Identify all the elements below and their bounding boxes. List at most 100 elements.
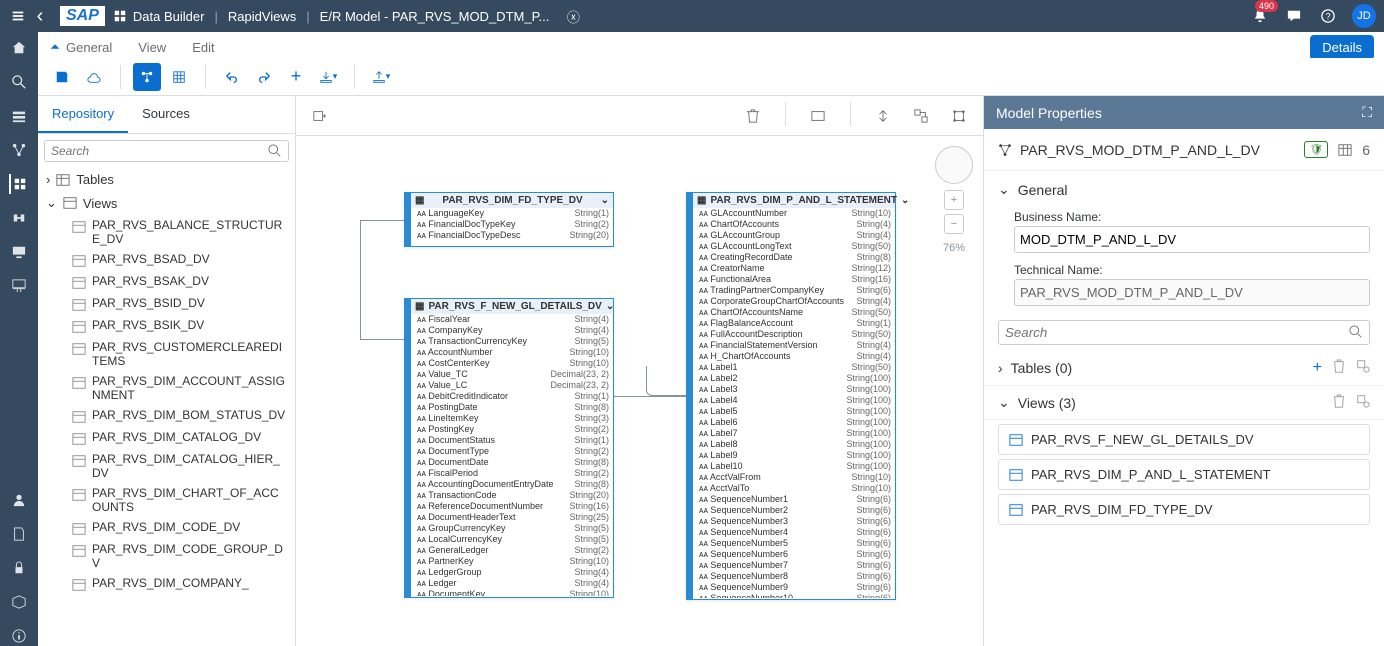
redo-button[interactable] (250, 63, 278, 91)
tree-item[interactable]: PAR_RVS_BSAK_DV (38, 271, 295, 293)
tree-tables-header[interactable]: › Tables (38, 168, 295, 191)
section-general: General (66, 40, 112, 55)
add-entity-button[interactable] (306, 102, 334, 130)
entity-e2[interactable]: ▦PAR_RVS_F_NEW_GL_DETAILS_DV⌄ᴀᴀ FiscalYe… (404, 298, 614, 598)
tab-repository[interactable]: Repository (38, 96, 128, 133)
nav-users[interactable] (9, 490, 29, 510)
view-item[interactable]: PAR_RVS_DIM_FD_TYPE_DV (998, 494, 1370, 525)
chevron-up-icon[interactable] (48, 40, 62, 54)
add-table-button[interactable]: + (1313, 359, 1322, 377)
find-table-button[interactable] (1356, 359, 1370, 377)
business-name-input[interactable] (1014, 226, 1370, 253)
tree-item[interactable]: PAR_RVS_DIM_CODE_DV (38, 517, 295, 539)
impact-button[interactable] (869, 102, 897, 130)
notification-icon[interactable]: 490 (1250, 6, 1270, 26)
prop-search-input[interactable] (1005, 325, 1349, 340)
add-button[interactable]: + (282, 63, 310, 91)
preview-button[interactable] (804, 102, 832, 130)
sap-logo: SAP (60, 6, 105, 26)
er-canvas[interactable]: + − 76% ▦PAR_RVS_DIM_FD_TYPE_DV⌄ᴀᴀ Langu… (296, 136, 983, 646)
zoom-in-button[interactable]: + (944, 190, 964, 210)
nav-search[interactable] (9, 72, 29, 92)
grid-view-button[interactable] (165, 63, 193, 91)
tree-item[interactable]: PAR_RVS_CUSTOMERCLEAREDITEMS (38, 337, 295, 371)
entity-e1[interactable]: ▦PAR_RVS_DIM_FD_TYPE_DV⌄ᴀᴀ LanguageKeySt… (404, 192, 614, 247)
tree-item[interactable]: PAR_RVS_DIM_CODE_GROUP_DV (38, 539, 295, 573)
export-button[interactable]: ▾ (367, 63, 395, 91)
nav-docs[interactable] (9, 524, 29, 544)
deploy-button[interactable] (80, 63, 108, 91)
help-icon[interactable]: ? (1318, 6, 1338, 26)
delete-view-button[interactable] (1332, 394, 1346, 411)
project-name[interactable]: RapidViews (228, 9, 296, 24)
close-tab-icon[interactable]: ⓧ (563, 6, 583, 26)
nav-network[interactable] (9, 276, 29, 296)
chevron-down-icon[interactable]: ⌄ (998, 394, 1010, 411)
back-button[interactable]: ‹ (28, 6, 52, 26)
repo-search-input[interactable] (51, 144, 268, 158)
document-name[interactable]: E/R Model - PAR_RVS_MOD_DTM_P... (320, 9, 550, 24)
tree-item[interactable]: PAR_RVS_DIM_COMPANY_ (38, 573, 295, 595)
tree-item[interactable]: PAR_RVS_BSID_DV (38, 293, 295, 315)
nav-home[interactable] (9, 38, 29, 58)
zoom-label: 76% (943, 242, 965, 254)
breadcrumb: Data Builder | RapidViews | E/R Model - … (113, 6, 584, 26)
delete-table-button[interactable] (1332, 359, 1346, 377)
app-name[interactable]: Data Builder (133, 9, 205, 24)
tree-item[interactable]: PAR_RVS_DIM_BOM_STATUS_DV (38, 405, 295, 427)
chevron-down-icon: ⌄ (46, 195, 57, 211)
save-button[interactable] (48, 63, 76, 91)
svg-text:?: ? (1326, 12, 1331, 22)
tree-item[interactable]: PAR_RVS_BSIK_DV (38, 315, 295, 337)
nav-info[interactable] (9, 626, 29, 646)
view-icon (63, 196, 77, 210)
tree-item[interactable]: PAR_RVS_DIM_ACCOUNT_ASSIGNMENT (38, 371, 295, 405)
details-button[interactable]: Details (1310, 35, 1374, 60)
autolayout-button[interactable] (945, 102, 973, 130)
tree-views-header[interactable]: ⌄ Views (38, 191, 295, 215)
prop-search[interactable] (998, 320, 1370, 345)
er-view-button[interactable] (133, 63, 161, 91)
top-bar: ‹ SAP Data Builder | RapidViews | E/R Mo… (0, 0, 1384, 32)
tree-item[interactable]: PAR_RVS_DIM_CATALOG_HIER_DV (38, 449, 295, 483)
nav-monitor[interactable] (9, 242, 29, 262)
expand-icon[interactable]: ⛶ (1362, 104, 1372, 121)
avatar[interactable]: JD (1352, 4, 1376, 28)
entity-e3[interactable]: ▦PAR_RVS_DIM_P_AND_L_STATEMENT⌄ᴀᴀ GLAcco… (686, 192, 896, 600)
feedback-icon[interactable] (1284, 6, 1304, 26)
table-icon (56, 173, 70, 187)
find-view-button[interactable] (1356, 394, 1370, 411)
nav-packages[interactable] (9, 592, 29, 612)
tree-item[interactable]: PAR_RVS_BSAD_DV (38, 249, 295, 271)
tree-item[interactable]: PAR_RVS_DIM_CATALOG_DV (38, 427, 295, 449)
undo-button[interactable] (218, 63, 246, 91)
grid-icon (1338, 143, 1352, 157)
tree-item[interactable]: PAR_RVS_DIM_CHART_OF_ACCOUNTS (38, 483, 295, 517)
delete-button[interactable] (739, 102, 767, 130)
technical-name-input (1014, 279, 1370, 306)
import-button[interactable]: ▾ (314, 63, 342, 91)
repo-search[interactable] (44, 140, 289, 162)
chevron-down-icon[interactable]: ⌄ (998, 181, 1010, 198)
nav-integration[interactable] (9, 208, 29, 228)
nav-catalog[interactable] (9, 106, 29, 126)
menu-icon[interactable] (8, 6, 28, 26)
chevron-right-icon[interactable]: › (998, 360, 1003, 376)
business-name-label: Business Name: (1014, 210, 1370, 224)
shield-icon: 🛡 (1304, 141, 1328, 158)
technical-name-label: Technical Name: (1014, 263, 1370, 277)
nav-data-builder[interactable] (9, 174, 29, 194)
view-item[interactable]: PAR_RVS_DIM_P_AND_L_STATEMENT (998, 459, 1370, 490)
canvas-area: + − 76% ▦PAR_RVS_DIM_FD_TYPE_DV⌄ᴀᴀ Langu… (296, 96, 984, 646)
nav-security[interactable] (9, 558, 29, 578)
tab-sources[interactable]: Sources (128, 96, 204, 133)
pan-wheel[interactable] (935, 146, 973, 184)
panel-title: Model Properties (996, 105, 1102, 121)
view-item[interactable]: PAR_RVS_F_NEW_GL_DETAILS_DV (998, 424, 1370, 455)
notif-badge: 490 (1255, 0, 1278, 12)
zoom-control: + − 76% (935, 146, 973, 254)
zoom-out-button[interactable]: − (944, 214, 964, 234)
nav-model[interactable] (9, 140, 29, 160)
tree-item[interactable]: PAR_RVS_BALANCE_STRUCTURE_DV (38, 215, 295, 249)
layout-button[interactable] (907, 102, 935, 130)
